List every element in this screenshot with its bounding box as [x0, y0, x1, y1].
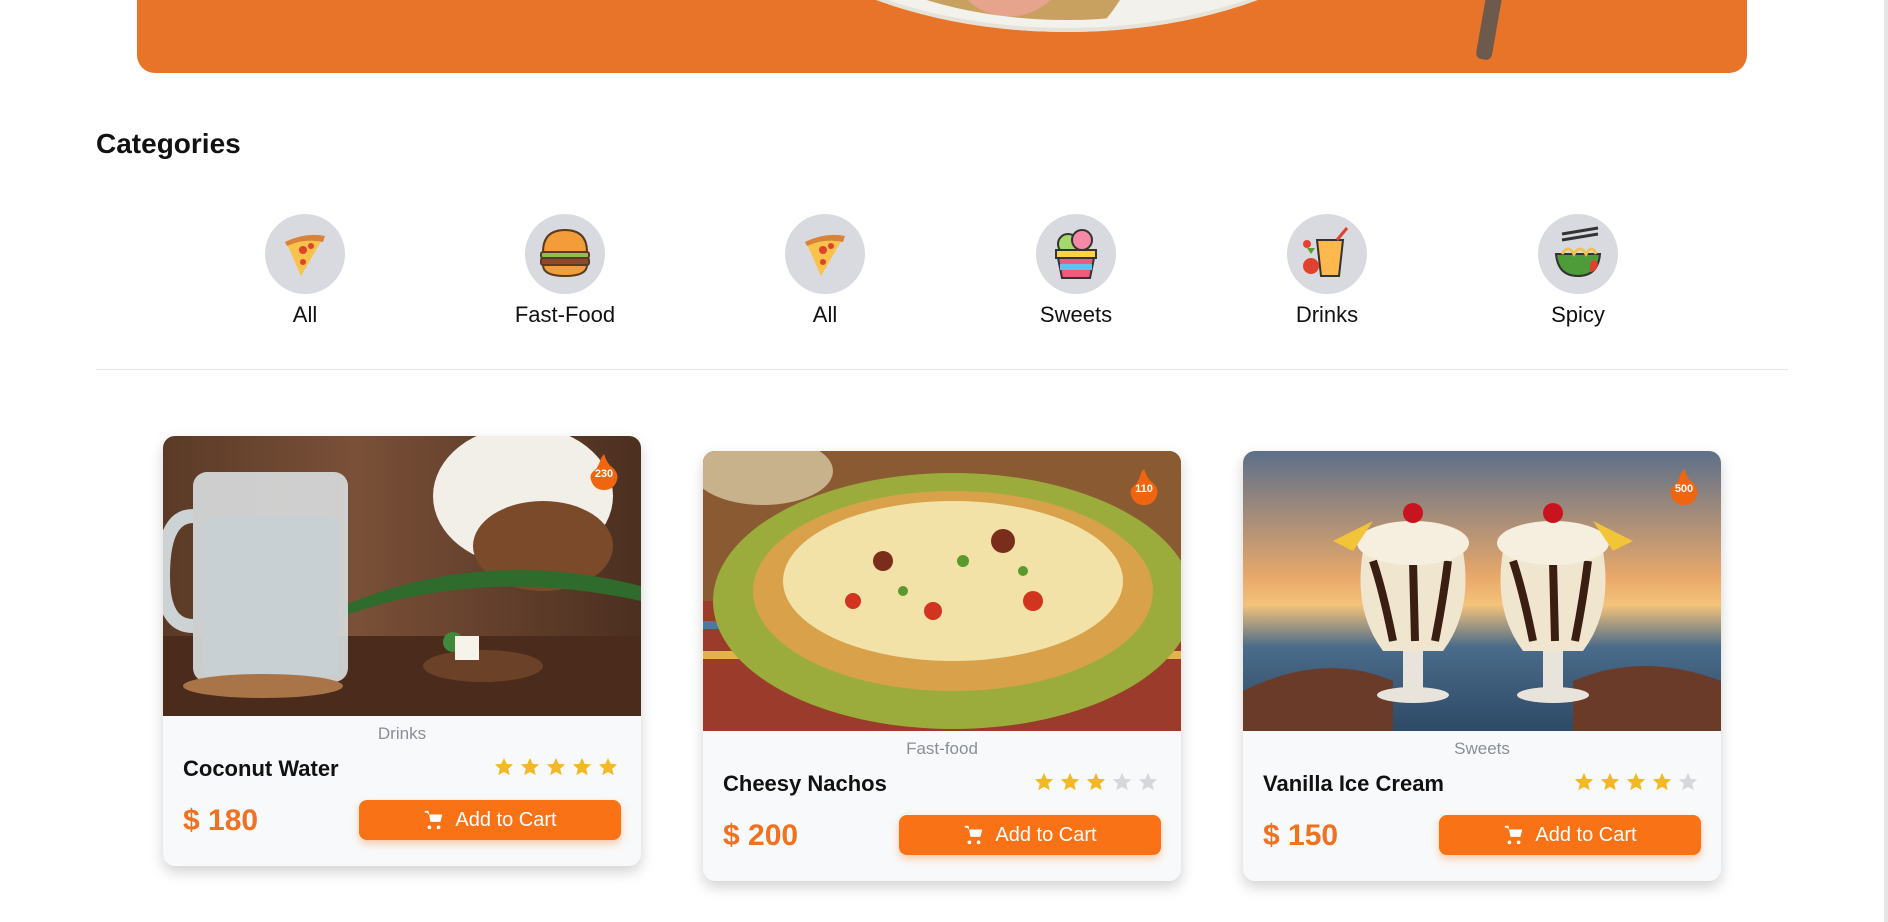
page-viewport: Categories All Fast-Food All Sweets Drin… — [0, 0, 1888, 922]
star-filled-icon — [1086, 772, 1106, 791]
product-price: $ 200 — [723, 819, 799, 852]
star-filled-icon — [572, 757, 592, 776]
add-to-cart-button[interactable]: Add to Cart — [1439, 815, 1701, 855]
category-label: Spicy — [1551, 302, 1605, 327]
star-empty-icon — [1138, 772, 1158, 791]
star-filled-icon — [1034, 772, 1054, 791]
add-to-cart-label: Add to Cart — [455, 808, 557, 831]
product-card-vanilla-ice-cream: 500 Sweets Vanilla Ice Cream $ 150 Add t… — [1243, 451, 1721, 881]
product-price: $ 150 — [1263, 819, 1339, 852]
pizza-icon — [265, 214, 345, 294]
cart-icon — [425, 810, 443, 830]
product-card-coconut-water: 230 Drinks Coconut Water $ 180 Add to Ca… — [163, 436, 641, 866]
add-to-cart-label: Add to Cart — [995, 823, 1097, 846]
product-price: $ 180 — [183, 804, 259, 837]
star-filled-icon — [1626, 772, 1646, 791]
add-to-cart-button[interactable]: Add to Cart — [899, 815, 1161, 855]
category-drinks[interactable]: Drinks — [1237, 210, 1417, 328]
burger-icon — [525, 214, 605, 294]
star-filled-icon — [1574, 772, 1594, 791]
calories-badge: 500 — [1669, 469, 1699, 505]
cart-icon — [1505, 825, 1523, 845]
category-list: All Fast-Food All Sweets Drinks Spicy — [96, 210, 1788, 340]
star-empty-icon — [1678, 772, 1698, 791]
product-image: 110 — [703, 451, 1181, 731]
noodle-bowl-icon — [1538, 214, 1618, 294]
product-image: 230 — [163, 436, 641, 716]
product-name: Cheesy Nachos — [723, 771, 887, 796]
product-category: Fast-food — [906, 739, 978, 758]
star-filled-icon — [1060, 772, 1080, 791]
add-to-cart-button[interactable]: Add to Cart — [359, 800, 621, 840]
rating-stars — [1573, 771, 1699, 793]
product-name: Coconut Water — [183, 756, 339, 781]
category-all-2[interactable]: All — [735, 210, 915, 328]
star-empty-icon — [1112, 772, 1132, 791]
star-filled-icon — [494, 757, 514, 776]
product-card-cheesy-nachos: 110 Fast-food Cheesy Nachos $ 200 Add to… — [703, 451, 1181, 881]
calories-badge: 230 — [589, 454, 619, 490]
category-label: Sweets — [1039, 302, 1113, 327]
pizza-icon — [785, 214, 865, 294]
ice-cream-icon — [1036, 214, 1116, 294]
hero-fork-image — [1475, 0, 1505, 61]
hero-food-image — [777, 0, 1357, 20]
category-spicy[interactable]: Spicy — [1488, 210, 1668, 328]
rating-stars — [1033, 771, 1159, 793]
category-label: All — [812, 302, 838, 327]
product-category: Drinks — [377, 724, 427, 743]
hero-banner — [137, 0, 1747, 73]
scrollbar[interactable] — [1884, 0, 1888, 922]
product-name: Vanilla Ice Cream — [1263, 771, 1444, 796]
divider — [96, 369, 1788, 370]
rating-stars — [493, 756, 619, 778]
star-filled-icon — [1652, 772, 1672, 791]
category-fast-food[interactable]: Fast-Food — [475, 210, 655, 328]
calories-badge: 110 — [1129, 469, 1159, 505]
product-image: 500 — [1243, 451, 1721, 731]
drink-icon — [1287, 214, 1367, 294]
category-sweets[interactable]: Sweets — [986, 210, 1166, 328]
categories-heading: Categories — [96, 128, 241, 159]
star-filled-icon — [1600, 772, 1620, 791]
star-filled-icon — [546, 757, 566, 776]
category-all[interactable]: All — [215, 210, 395, 328]
cart-icon — [965, 825, 983, 845]
category-label: All — [292, 302, 318, 327]
category-label: Fast-Food — [514, 302, 616, 327]
star-filled-icon — [598, 757, 618, 776]
product-category: Sweets — [1454, 739, 1510, 758]
add-to-cart-label: Add to Cart — [1535, 823, 1637, 846]
star-filled-icon — [520, 757, 540, 776]
category-label: Drinks — [1295, 302, 1359, 327]
